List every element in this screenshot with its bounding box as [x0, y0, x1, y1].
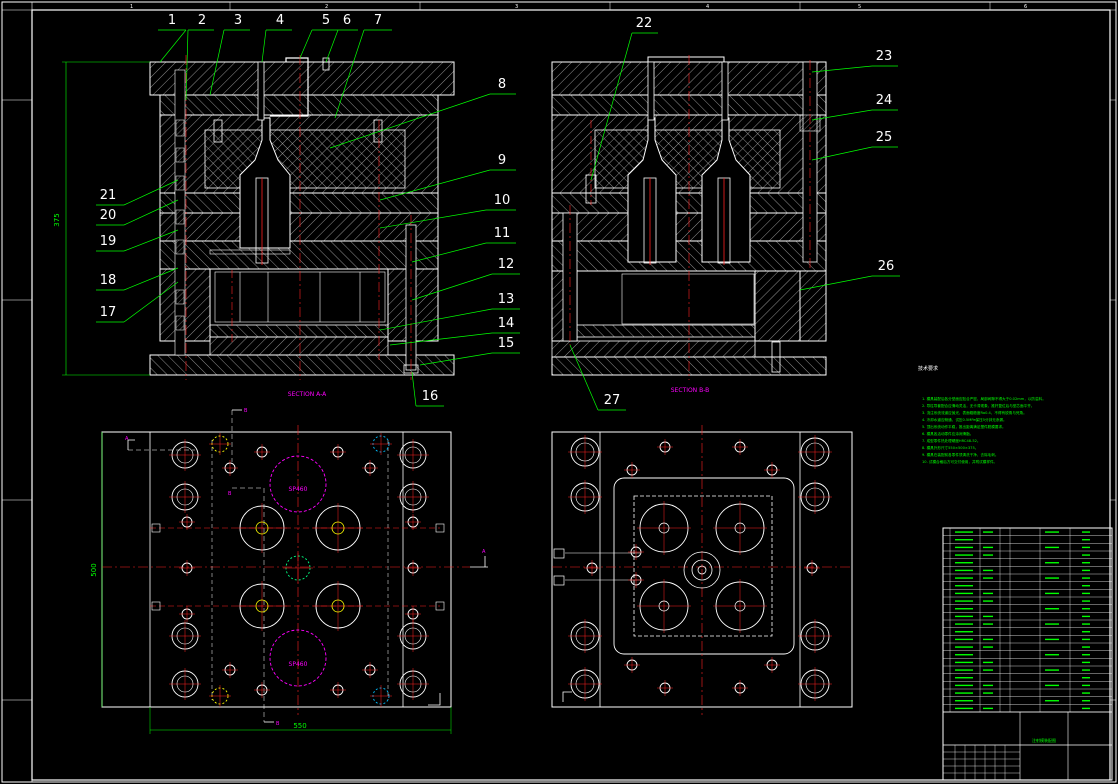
dimension-plan-width: 550 [293, 722, 306, 730]
part-label-15: 15 [498, 336, 515, 351]
part-label-26: 26 [878, 259, 895, 274]
top-clamp-plate [149, 61, 455, 96]
part-label-22: 22 [636, 16, 653, 31]
note-line-5: 5. 顶出系统动作平稳，推出距离满足塑件脱模要求。 [922, 424, 1006, 429]
part-label-14: 14 [498, 316, 515, 331]
zone-markers: 1 2 3 4 5 6 [130, 2, 1027, 10]
part-label-24: 24 [876, 93, 893, 108]
note-line-1: 1. 模具装配后各分型面应贴合严密，局部间隙不得大于0.02mm，以防溢料。 [922, 396, 1046, 401]
zone-number-5: 5 [858, 4, 861, 10]
part-label-13: 13 [498, 292, 515, 307]
part-label-19: 19 [100, 234, 117, 249]
zone-number-6: 6 [1024, 4, 1027, 10]
part-label-7: 7 [374, 13, 382, 28]
part-label-2: 2 [198, 13, 206, 28]
zone-number-1: 1 [130, 4, 133, 10]
note-line-4: 4. 冷却水道应畅通，试压0.5MPa保压5分钟无渗漏。 [922, 417, 1007, 422]
part-label-6: 6 [343, 13, 351, 28]
part-label-10: 10 [494, 193, 511, 208]
zone-number-4: 4 [706, 4, 709, 10]
zone-number-3: 3 [515, 4, 518, 10]
notes-title: 技术要求 [918, 365, 938, 372]
dimension-plan-height: 500 [90, 563, 98, 576]
ejector-retainer-plate [209, 324, 389, 338]
part-label-23: 23 [876, 49, 893, 64]
part-label-27: 27 [604, 393, 621, 408]
part-label-9: 9 [498, 153, 506, 168]
note-line-3: 3. 浇注系统流道应抛光，表面粗糙度Ra0.4，不得有锐角与死角。 [922, 410, 1027, 415]
plan-view-fixed-half [551, 425, 853, 715]
part-label-17: 17 [100, 305, 117, 320]
section-b-b-view: SECTION B-B [551, 55, 827, 394]
note-line-9: 9. 模具在装配前各零件须清洗干净，去除毛刺。 [922, 452, 998, 457]
plan-view-moving-half: A A B B B 500 550 SP460 SP460 [90, 408, 488, 734]
runner-plate [159, 94, 439, 116]
part-label-3: 3 [234, 13, 242, 28]
cut-mark-b-bottom: B [276, 721, 280, 727]
cut-mark-b-mid: B [228, 491, 232, 497]
part-label-11: 11 [494, 226, 511, 241]
part-label-4: 4 [276, 13, 284, 28]
note-line-6: 6. 模具各活动零件应涂润滑脂。 [922, 431, 973, 436]
cut-mark-a-right: A [482, 549, 486, 555]
gate-label-bottom: SP460 [289, 661, 308, 668]
section-a-a-view: 375 SECTION A-A [53, 55, 455, 398]
part-label-16: 16 [422, 389, 439, 404]
note-line-2: 2. 导柱导套配合应滑动灵活，无卡滞现象，推杆复位后与型芯面平齐。 [922, 403, 1034, 408]
cut-mark-a-top: A [125, 436, 129, 442]
part-label-8: 8 [498, 77, 506, 92]
note-line-10: 10. 试模合格后方可交付使用，并附试模样件。 [922, 459, 997, 464]
dimension-overall-height: 375 [53, 213, 61, 226]
technical-notes: 技术要求 1. 模具装配后各分型面应贴合严密，局部间隙不得大于0.02mm，以防… [918, 365, 1046, 464]
sprue-bushing [257, 61, 265, 121]
section-a-a-title: SECTION A-A [288, 391, 327, 398]
part-label-25: 25 [876, 130, 893, 145]
part-label-12: 12 [498, 257, 515, 272]
cut-mark-b-top: B [244, 408, 248, 414]
drawing-name: 注射模装配图 [1032, 737, 1056, 743]
note-line-8: 8. 模具外形尺寸550×500×375。 [922, 445, 978, 450]
moving-mold-plate [159, 212, 439, 242]
zone-number-2: 2 [325, 4, 328, 10]
part-label-18: 18 [100, 273, 117, 288]
support-plate [159, 240, 439, 270]
part-label-5: 5 [322, 13, 330, 28]
part-label-1: 1 [168, 13, 176, 28]
note-line-7: 7. 成型零件热处理硬度HRC48-52。 [922, 438, 980, 443]
cad-drawing-sheet: 123456 375 SECTION A-A SECTION B-B A A B… [0, 0, 1118, 784]
part-label-21: 21 [100, 188, 117, 203]
cavity-insert [204, 129, 406, 189]
ejector-plate [209, 336, 389, 356]
drawing-canvas: 123456 375 SECTION A-A SECTION B-B A A B… [1, 1, 1117, 783]
part-label-20: 20 [100, 208, 117, 223]
parting-plate [159, 192, 439, 214]
title-block-parts-list: 注射模装配图 [942, 527, 1113, 781]
gate-label-top: SP460 [289, 486, 308, 493]
section-b-b-title: SECTION B-B [671, 387, 710, 394]
